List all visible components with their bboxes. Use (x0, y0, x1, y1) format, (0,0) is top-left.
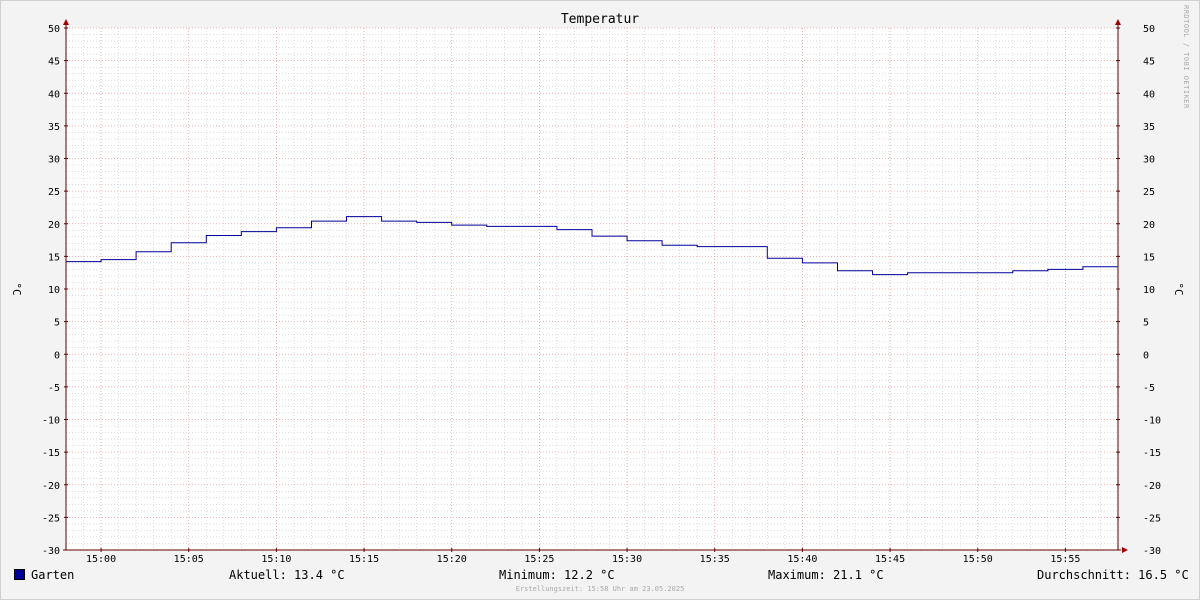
temperature-chart: 50 5045 4540 4035 3530 3025 2520 2015 1510 105 50 0… (10, 12, 1185, 565)
x-tick-label: 15:10 (261, 554, 291, 565)
y-tick-label-right: 30 (1143, 155, 1155, 166)
y-tick-label-left: -30 (42, 546, 60, 557)
y-tick-label-right: 40 (1143, 89, 1155, 100)
y-tick-label-right: -10 (1143, 416, 1161, 427)
y-tick-label-left: 35 (48, 122, 60, 133)
x-tick-label: 15:55 (1050, 554, 1080, 565)
legend-swatch (14, 569, 25, 580)
y-axis-left-arrow (63, 19, 69, 25)
legend-average: Durchschnitt: 16.5 °C (1037, 568, 1189, 582)
x-axis-arrow (1122, 547, 1128, 553)
x-tick-label: 15:00 (86, 554, 116, 565)
y-axis-label-left: °C (10, 282, 23, 295)
x-tick-label: 15:20 (437, 554, 467, 565)
chart-title: Temperatur (561, 12, 639, 27)
legend-current: Aktuell: 13.4 °C (229, 568, 345, 582)
y-tick-label-left: 30 (48, 155, 60, 166)
legend-maximum: Maximum: 21.1 °C (768, 568, 884, 582)
creation-time-footer: Erstellungszeit: 15:58 Uhr am 23.05.2025 (515, 585, 685, 593)
x-tick-label: 15:50 (963, 554, 993, 565)
y-tick-label-left: -15 (42, 448, 60, 459)
y-tick-label-left: 50 (48, 24, 60, 35)
legend-series-label: Garten (31, 568, 75, 582)
legend-series: Garten (14, 568, 74, 582)
x-tick-label: 15:25 (524, 554, 554, 565)
y-tick-label-left: 25 (48, 187, 60, 198)
y-axis-right-arrow (1115, 19, 1121, 25)
y-tick-label-left: 10 (48, 285, 60, 296)
y-tick-label-left: -5 (48, 383, 60, 394)
x-tick-label: 15:15 (349, 554, 379, 565)
y-tick-label-left: 0 (54, 350, 60, 361)
y-tick-label-right: 45 (1143, 57, 1155, 68)
x-tick-label: 15:45 (875, 554, 905, 565)
y-tick-label-right: -15 (1143, 448, 1161, 459)
y-tick-label-right: -25 (1143, 513, 1161, 524)
y-tick-label-right: -30 (1143, 546, 1161, 557)
y-tick-label-left: 15 (48, 252, 60, 263)
y-tick-label-right: 20 (1143, 220, 1155, 231)
rrdtool-watermark: RRDTOOL / TOBI OETIKER (1182, 5, 1190, 109)
y-tick-label-left: 40 (48, 89, 60, 100)
y-tick-label-right: 25 (1143, 187, 1155, 198)
x-tick-label: 15:40 (787, 554, 817, 565)
x-tick-label: 15:35 (700, 554, 730, 565)
y-tick-label-left: 5 (54, 318, 60, 329)
y-tick-label-right: 10 (1143, 285, 1155, 296)
y-tick-label-left: 20 (48, 220, 60, 231)
y-axis-label-right: °C (1172, 282, 1185, 295)
legend-minimum: Minimum: 12.2 °C (499, 568, 615, 582)
y-tick-label-right: 35 (1143, 122, 1155, 133)
y-tick-label-right: -5 (1143, 383, 1155, 394)
y-tick-label-right: 15 (1143, 252, 1155, 263)
y-tick-label-left: -25 (42, 513, 60, 524)
x-tick-label: 15:05 (174, 554, 204, 565)
y-tick-label-right: 5 (1143, 318, 1149, 329)
y-tick-label-right: -20 (1143, 481, 1161, 492)
y-tick-label-left: -20 (42, 481, 60, 492)
x-tick-label: 15:30 (612, 554, 642, 565)
y-tick-label-left: -10 (42, 416, 60, 427)
y-tick-label-right: 50 (1143, 24, 1155, 35)
y-tick-label-right: 0 (1143, 350, 1149, 361)
y-tick-label-left: 45 (48, 57, 60, 68)
